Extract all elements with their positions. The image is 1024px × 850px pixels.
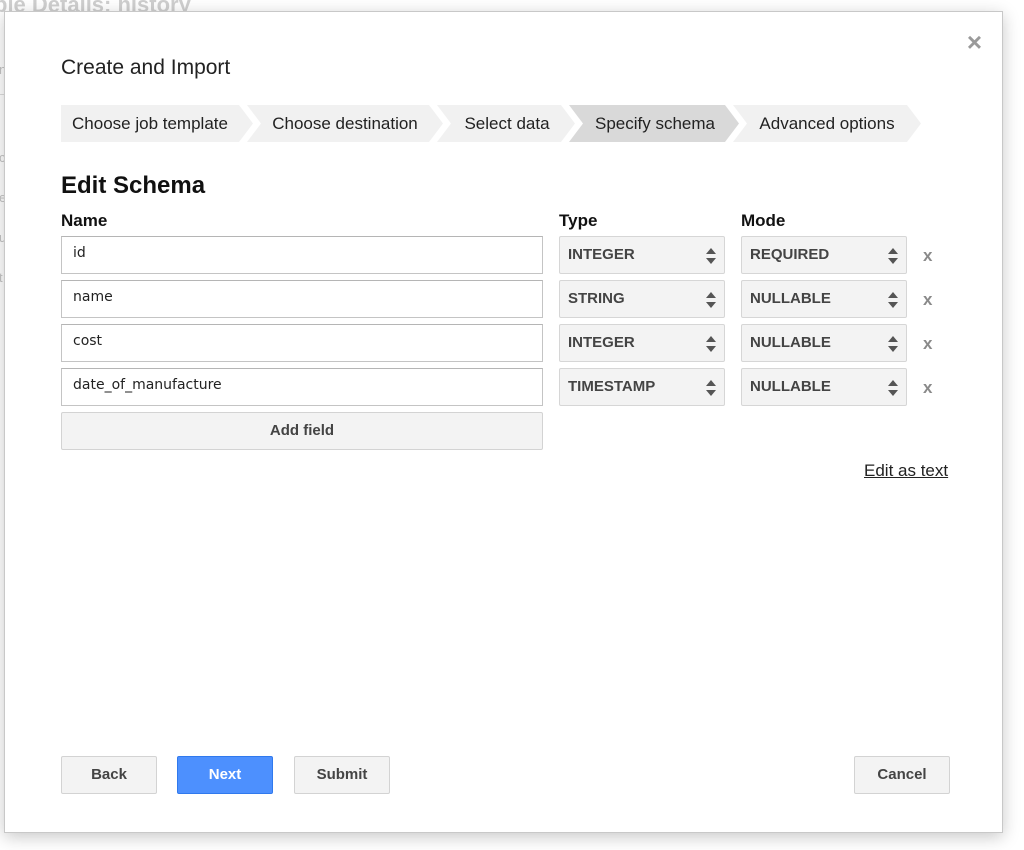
remove-field-icon[interactable]: x — [923, 246, 932, 266]
remove-field-icon[interactable]: x — [923, 378, 932, 398]
step-label: Choose job template — [72, 114, 228, 133]
step-choose-job-template[interactable]: Choose job template — [61, 105, 253, 142]
remove-field-icon[interactable]: x — [923, 290, 932, 310]
field-type-select[interactable]: INTEGER — [559, 324, 725, 362]
selected-type: INTEGER — [568, 334, 635, 351]
step-label: Choose destination — [272, 114, 418, 133]
step-specify-schema[interactable]: Specify schema — [569, 105, 739, 142]
field-type-select[interactable]: STRING — [559, 280, 725, 318]
field-name-input[interactable] — [61, 324, 543, 362]
selected-mode: REQUIRED — [750, 246, 830, 263]
add-field-button[interactable]: Add field — [61, 412, 543, 450]
selected-type: TIMESTAMP — [568, 378, 656, 395]
dialog-title: Create and Import — [61, 56, 231, 79]
sort-arrows-icon — [888, 380, 898, 396]
create-and-import-dialog: × Create and Import Choose job template … — [4, 11, 1003, 833]
step-label: Specify schema — [595, 114, 715, 133]
close-icon[interactable]: × — [967, 29, 982, 55]
field-name-input[interactable] — [61, 280, 543, 318]
cancel-button[interactable]: Cancel — [854, 756, 950, 794]
sort-arrows-icon — [888, 292, 898, 308]
selected-type: INTEGER — [568, 246, 635, 263]
step-select-data[interactable]: Select data — [437, 105, 575, 142]
field-type-select[interactable]: TIMESTAMP — [559, 368, 725, 406]
column-header-mode: Mode — [741, 211, 786, 230]
sort-arrows-icon — [706, 248, 716, 264]
selected-mode: NULLABLE — [750, 378, 831, 395]
step-advanced-options[interactable]: Advanced options — [733, 105, 921, 142]
field-mode-select[interactable]: NULLABLE — [741, 324, 907, 362]
remove-field-icon[interactable]: x — [923, 334, 932, 354]
sort-arrows-icon — [888, 336, 898, 352]
step-label: Advanced options — [759, 114, 895, 133]
field-type-select[interactable]: INTEGER — [559, 236, 725, 274]
step-choose-destination[interactable]: Choose destination — [247, 105, 443, 142]
back-button[interactable]: Back — [61, 756, 157, 794]
column-header-name: Name — [61, 211, 108, 230]
sort-arrows-icon — [888, 248, 898, 264]
selected-mode: NULLABLE — [750, 290, 831, 307]
field-mode-select[interactable]: NULLABLE — [741, 368, 907, 406]
sort-arrows-icon — [706, 292, 716, 308]
submit-button[interactable]: Submit — [294, 756, 390, 794]
selected-mode: NULLABLE — [750, 334, 831, 351]
sort-arrows-icon — [706, 336, 716, 352]
selected-type: STRING — [568, 290, 625, 307]
background-fragment: t — [0, 270, 3, 285]
sort-arrows-icon — [706, 380, 716, 396]
field-mode-select[interactable]: NULLABLE — [741, 280, 907, 318]
edit-as-text-link[interactable]: Edit as text — [864, 461, 948, 481]
field-name-input[interactable] — [61, 236, 543, 274]
section-title: Edit Schema — [61, 172, 206, 199]
step-label: Select data — [464, 114, 550, 133]
field-mode-select[interactable]: REQUIRED — [741, 236, 907, 274]
field-name-input[interactable] — [61, 368, 543, 406]
column-header-type: Type — [559, 211, 598, 230]
next-button[interactable]: Next — [177, 756, 273, 794]
